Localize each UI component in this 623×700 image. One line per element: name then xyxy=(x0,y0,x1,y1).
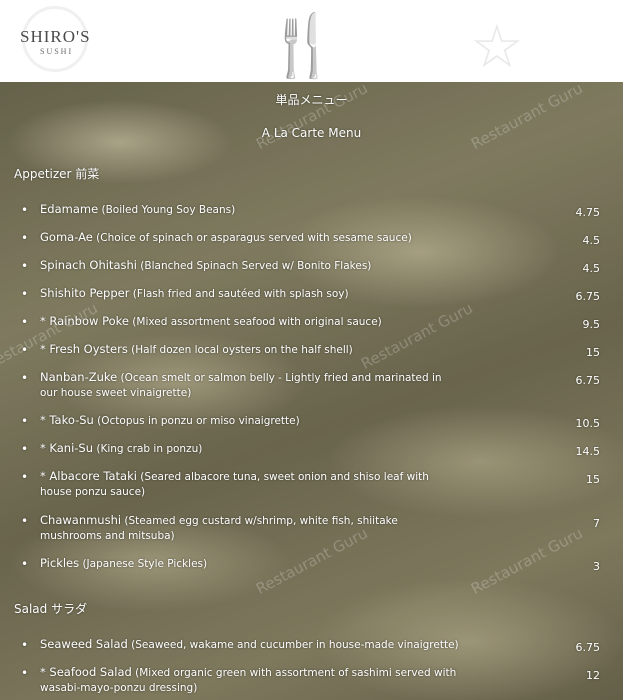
item-name: Shishito Pepper xyxy=(40,286,130,300)
logo-name[interactable]: SHIRO'S xyxy=(20,27,91,47)
bullet: • xyxy=(21,470,29,484)
menu-item: * Kani-Su (King crab in ponzu) xyxy=(40,441,460,457)
item-name: Seaweed Salad xyxy=(40,637,128,651)
item-price: 6.75 xyxy=(575,641,601,654)
logo-subtitle: SUSHI xyxy=(40,47,74,56)
bullet: • xyxy=(21,231,29,245)
header-watermark-star-icon: ☆ xyxy=(470,12,524,82)
menu-item: Chawanmushi (Steamed egg custard w/shrim… xyxy=(40,513,460,544)
bullet: • xyxy=(21,203,29,217)
section-heading-appetizer: Appetizer 前菜 xyxy=(14,167,100,181)
menu-item: * Tako-Su (Octopus in ponzu or miso vina… xyxy=(40,413,460,429)
menu-title-en: A La Carte Menu xyxy=(261,126,362,140)
item-desc: (Flash fried and sautéed with splash soy… xyxy=(129,288,349,300)
item-name: * Seafood Salad xyxy=(40,665,132,679)
item-desc: (King crab in ponzu) xyxy=(93,443,203,455)
item-price: 4.5 xyxy=(582,234,601,247)
menu-item: Edamame (Boiled Young Soy Beans) xyxy=(40,202,460,218)
item-name: Nanban-Zuke xyxy=(40,370,118,384)
bullet: • xyxy=(21,259,29,273)
item-price: 3 xyxy=(593,560,600,573)
bullet: • xyxy=(21,557,29,571)
menu-item: Nanban-Zuke (Ocean smelt or salmon belly… xyxy=(40,370,460,401)
bullet: • xyxy=(21,414,29,428)
item-price: 14.5 xyxy=(575,445,601,458)
item-name: Chawanmushi xyxy=(40,513,122,527)
bullet: • xyxy=(21,442,29,456)
bullet: • xyxy=(21,343,29,357)
item-desc: (Seaweed, wakame and cucumber in house-m… xyxy=(127,639,459,651)
item-price: 15 xyxy=(586,473,600,486)
item-name: * Kani-Su xyxy=(40,441,94,455)
bullet: • xyxy=(21,287,29,301)
item-name: Spinach Ohitashi xyxy=(40,258,137,272)
menu-item: * Albacore Tataki (Seared albacore tuna,… xyxy=(40,469,460,500)
menu-item: Shishito Pepper (Flash fried and sautéed… xyxy=(40,286,460,302)
item-name: Edamame xyxy=(40,202,99,216)
item-name: * Fresh Oysters xyxy=(40,342,128,356)
item-price: 4.5 xyxy=(582,262,601,275)
menu-image: Restaurant Guru Restaurant Guru Restaura… xyxy=(0,82,623,700)
section-heading-salad: Salad サラダ xyxy=(14,602,88,616)
item-desc: (Boiled Young Soy Beans) xyxy=(98,204,236,216)
item-price: 7 xyxy=(593,517,600,530)
menu-item: * Seafood Salad (Mixed organic green wit… xyxy=(40,665,460,696)
item-price: 6.75 xyxy=(575,290,601,303)
item-price: 12 xyxy=(586,669,600,682)
item-price: 9.5 xyxy=(582,318,601,331)
menu-item: * Rainbow Poke (Mixed assortment seafood… xyxy=(40,314,460,330)
menu-item: Goma-Ae (Choice of spinach or asparagus … xyxy=(40,230,460,246)
item-desc: (Octopus in ponzu or miso vinaigrette) xyxy=(93,415,300,427)
item-price: 6.75 xyxy=(575,374,601,387)
item-desc: (Mixed assortment seafood with original … xyxy=(128,316,382,328)
menu-item: * Fresh Oysters (Half dozen local oyster… xyxy=(40,342,460,358)
item-name: * Rainbow Poke xyxy=(40,314,129,328)
menu-title-jp: 単品メニュー xyxy=(275,93,348,107)
item-desc: (Blanched Spinach Served w/ Bonito Flake… xyxy=(136,260,372,272)
site-header: 🍴 ☆ SHIRO'S SUSHI xyxy=(0,0,623,82)
bullet: • xyxy=(21,666,29,680)
watermark-text: Restaurant Guru xyxy=(358,299,476,373)
menu-item: Pickles (Japanese Style Pickles) xyxy=(40,556,460,572)
item-desc: (Half dozen local oysters on the half sh… xyxy=(127,344,353,356)
item-name: * Tako-Su xyxy=(40,413,94,427)
bullet: • xyxy=(21,638,29,652)
item-name: * Albacore Tataki xyxy=(40,469,137,483)
item-price: 10.5 xyxy=(575,417,601,430)
item-desc: (Choice of spinach or asparagus served w… xyxy=(92,232,412,244)
item-price: 4.75 xyxy=(575,206,601,219)
item-name: Goma-Ae xyxy=(40,230,93,244)
item-price: 15 xyxy=(586,346,600,359)
watermark-text: Restaurant Guru xyxy=(0,299,101,373)
header-watermark-fork-icon: 🍴 xyxy=(265,11,340,81)
bullet: • xyxy=(21,315,29,329)
bullet: • xyxy=(21,371,29,385)
menu-item: Seaweed Salad (Seaweed, wakame and cucum… xyxy=(40,637,460,653)
menu-item: Spinach Ohitashi (Blanched Spinach Serve… xyxy=(40,258,460,274)
bullet: • xyxy=(21,514,29,528)
item-desc: (Japanese Style Pickles) xyxy=(79,558,208,570)
item-name: Pickles xyxy=(40,556,80,570)
